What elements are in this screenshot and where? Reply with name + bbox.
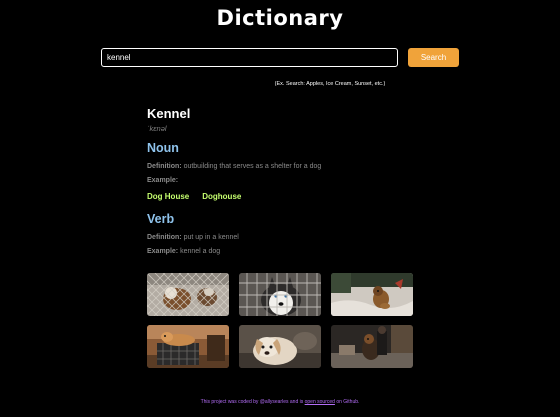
photo-dog-on-crate[interactable]: [147, 325, 229, 368]
photo-puppy-lying-down[interactable]: [239, 325, 321, 368]
definition-label: Definition:: [147, 163, 182, 170]
footer-suffix: on Github.: [334, 399, 360, 405]
example-label: Example:: [147, 248, 179, 255]
phonetic-text: ˈkɛnəl: [147, 124, 167, 133]
definition-label: Definition:: [147, 234, 182, 241]
word-title: Kennel: [147, 106, 191, 121]
noun-definition: Definition: outbuilding that serves as a…: [147, 163, 417, 170]
footer-prefix: This project was coded by: [200, 399, 260, 405]
search-input[interactable]: [101, 48, 398, 67]
search-hint: (Ex. Search: Apples, Ice Cream, Sunset, …: [274, 81, 386, 87]
verb-example: Example: kennel a dog: [147, 248, 417, 255]
photo-dog-in-snow[interactable]: [331, 273, 413, 316]
footer: This project was coded by @allysearles a…: [0, 399, 560, 405]
noun-heading: Noun: [147, 141, 179, 155]
verb-definition: Definition: put up in a kennel: [147, 234, 417, 241]
open-source-link[interactable]: open sourced: [305, 399, 335, 405]
definition-text: outbuilding that serves as a shelter for…: [183, 163, 322, 170]
photo-husky-in-crate[interactable]: [239, 273, 321, 316]
example-label: Example:: [147, 177, 179, 184]
definition-text: put up in a kennel: [183, 234, 239, 241]
footer-author: @allysearles: [259, 399, 289, 405]
synonym-item[interactable]: Doghouse: [202, 192, 241, 201]
page-title: Dictionary: [216, 6, 344, 30]
search-button[interactable]: Search: [408, 48, 459, 67]
noun-example: Example:: [147, 177, 417, 184]
footer-middle: and is: [288, 399, 305, 405]
verb-heading: Verb: [147, 212, 175, 226]
photo-dog-behind-fence[interactable]: [147, 273, 229, 316]
search-form: Search: [101, 48, 459, 67]
synonym-item[interactable]: Dog House: [147, 192, 189, 201]
example-text: kennel a dog: [180, 248, 221, 255]
image-gallery: [147, 273, 413, 368]
definition-panel: Kennel ˈkɛnəl Noun Definition: outbuildi…: [147, 106, 417, 255]
synonym-list: Dog House Doghouse: [147, 192, 417, 201]
photo-dog-with-person[interactable]: [331, 325, 413, 368]
